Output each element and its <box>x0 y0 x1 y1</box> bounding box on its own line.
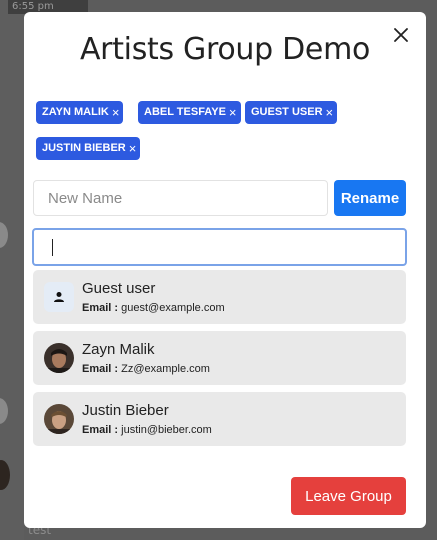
search-result-item[interactable]: Justin Bieber Email : justin@bieber.com <box>33 392 406 446</box>
rename-button[interactable]: Rename <box>334 180 406 216</box>
chip-remove-icon[interactable]: × <box>326 101 334 124</box>
chip-label: ZAYN MALIK <box>42 106 109 118</box>
avatar <box>44 282 74 312</box>
email-value: guest@example.com <box>121 302 225 314</box>
user-name: Guest user <box>82 280 156 297</box>
chip-label: GUEST USER <box>251 106 323 118</box>
avatar <box>44 343 74 373</box>
chip-remove-icon[interactable]: × <box>112 101 120 124</box>
group-modal: Artists Group Demo ZAYN MALIK × ABEL TES… <box>24 12 426 528</box>
user-icon <box>54 292 64 302</box>
email-label: Email : <box>82 363 119 375</box>
user-name: Zayn Malik <box>82 341 155 358</box>
email-value: justin@bieber.com <box>121 424 212 436</box>
email-value: Zz@example.com <box>121 363 210 375</box>
user-email: Email : guest@example.com <box>82 302 225 314</box>
avatar <box>44 404 74 434</box>
search-result-item[interactable]: Guest user Email : guest@example.com <box>33 270 406 324</box>
text-caret <box>52 239 53 256</box>
avatar-photo <box>44 343 74 373</box>
email-label: Email : <box>82 424 119 436</box>
member-chip: GUEST USER × <box>245 101 338 124</box>
background-app <box>0 0 24 540</box>
user-email: Email : Zz@example.com <box>82 363 210 375</box>
member-chip: ZAYN MALIK × <box>36 101 124 124</box>
leave-group-button[interactable]: Leave Group <box>291 477 406 515</box>
member-chip: JUSTIN BIEBER × <box>36 137 141 160</box>
email-label: Email : <box>82 302 119 314</box>
user-email: Email : justin@bieber.com <box>82 424 212 436</box>
search-result-item[interactable]: Zayn Malik Email : Zz@example.com <box>33 331 406 385</box>
avatar-photo <box>44 404 74 434</box>
user-search-input[interactable] <box>32 228 407 266</box>
member-chip: ABEL TESFAYE × <box>138 101 241 124</box>
chip-label: ABEL TESFAYE <box>144 106 226 118</box>
chip-remove-icon[interactable]: × <box>129 137 137 160</box>
chip-remove-icon[interactable]: × <box>229 101 237 124</box>
modal-title: Artists Group Demo <box>79 32 371 67</box>
user-name: Justin Bieber <box>82 402 169 419</box>
chip-label: JUSTIN BIEBER <box>42 142 126 154</box>
new-name-input[interactable] <box>33 180 328 216</box>
